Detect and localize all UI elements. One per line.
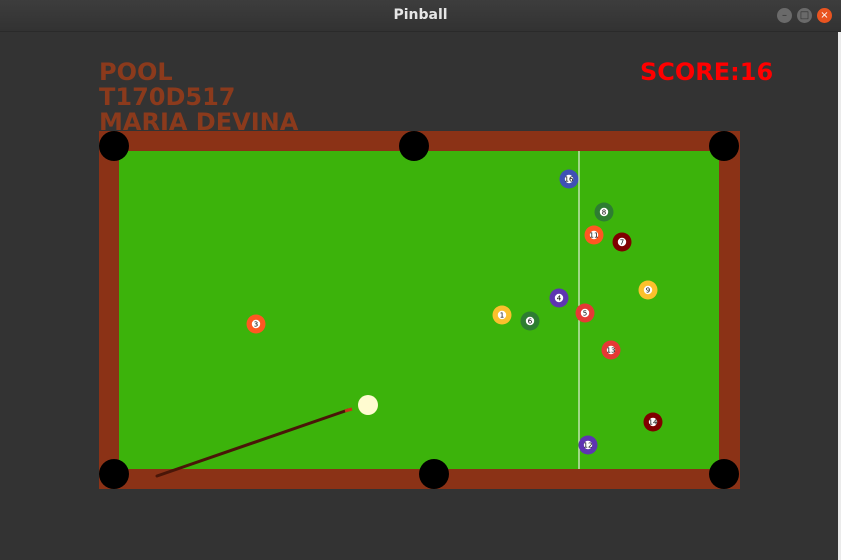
ball-7[interactable]: 7	[612, 232, 632, 252]
window-titlebar[interactable]: Pinball – □ ×	[0, 0, 841, 32]
hud-student-id: T170D517	[99, 83, 236, 111]
game-canvas[interactable]: 16 8 11 7 9 4 1 6 5 3 13 14 12 POOL T170D517 MARIA D…	[0, 32, 838, 560]
ball-13[interactable]: 13	[601, 340, 621, 360]
ball-4[interactable]: 4	[549, 288, 569, 308]
ball-6[interactable]: 6	[520, 311, 540, 331]
pocket-5	[419, 459, 449, 489]
hud-player-name: MARIA DEVINA	[99, 108, 299, 136]
score-display: SCORE:16	[640, 58, 774, 86]
ball-number-label: 8	[602, 209, 606, 217]
ball-number-label: 3	[254, 321, 258, 329]
pocket-2	[399, 131, 429, 161]
ball-12[interactable]: 12	[578, 435, 598, 455]
ball-8[interactable]: 8	[594, 202, 614, 222]
ball-number-label: 12	[584, 442, 593, 450]
hud-title: POOL	[99, 58, 173, 86]
ball-3[interactable]: 3	[246, 314, 266, 334]
ball-number-label: 4	[557, 295, 562, 303]
ball-number-label: 7	[620, 239, 624, 247]
cue-ball[interactable]	[358, 395, 378, 415]
ball-5[interactable]: 5	[575, 303, 595, 323]
ball-9[interactable]: 9	[638, 280, 658, 300]
window-title: Pinball	[393, 7, 448, 23]
ball-number-label: 9	[646, 287, 650, 295]
pocket-6	[709, 459, 739, 489]
close-icon[interactable]: ×	[817, 8, 832, 23]
pocket-4	[99, 459, 129, 489]
ball-1[interactable]: 1	[492, 305, 512, 325]
ball-number-label: 1	[500, 312, 504, 320]
ball-14[interactable]: 14	[643, 412, 663, 432]
ball-number-label: 5	[583, 310, 587, 318]
cue-tip	[344, 407, 353, 413]
minimize-icon[interactable]: –	[777, 8, 792, 23]
ball-number-label: 11	[590, 232, 599, 240]
ball-number-label: 6	[528, 318, 533, 326]
ball-number-label: 13	[607, 347, 616, 355]
maximize-icon[interactable]: □	[797, 8, 812, 23]
ball-number-label: 16	[565, 176, 574, 184]
table-felt	[119, 151, 719, 469]
ball-11[interactable]: 11	[584, 225, 604, 245]
ball-number-label: 14	[649, 419, 658, 427]
pocket-3	[709, 131, 739, 161]
ball-16[interactable]: 16	[559, 169, 579, 189]
